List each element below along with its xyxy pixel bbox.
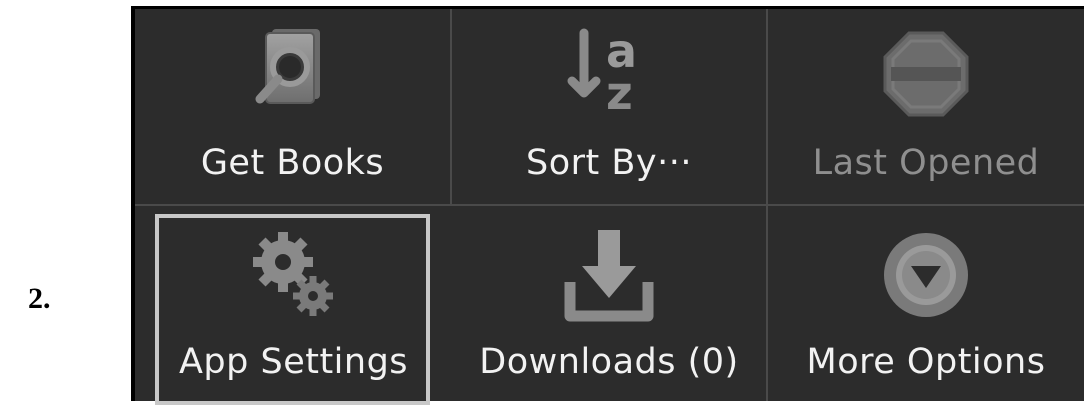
more-options-icon	[871, 220, 981, 330]
svg-text:z: z	[606, 66, 633, 120]
menu-item-label: Sort By···	[526, 143, 692, 183]
menu-item-downloads[interactable]: Downloads (0)	[452, 206, 768, 401]
menu-item-label: Last Opened	[812, 143, 1040, 183]
last-opened-icon	[871, 19, 981, 129]
menu-item-more-options[interactable]: More Options	[768, 206, 1084, 401]
options-menu: Get Books a z Sort By··· Last Opened App…	[131, 6, 1084, 405]
menu-item-label: More Options	[806, 342, 1046, 382]
menu-item-get-books[interactable]: Get Books	[135, 9, 452, 206]
download-icon	[554, 220, 664, 330]
menu-item-last-opened[interactable]: Last Opened	[768, 9, 1084, 206]
menu-item-label: Downloads (0)	[479, 342, 739, 382]
menu-item-label: App Settings	[178, 342, 409, 382]
menu-item-sort-by[interactable]: a z Sort By···	[452, 9, 768, 206]
gears-icon	[239, 220, 349, 330]
menu-item-app-settings[interactable]: App Settings	[135, 206, 452, 405]
sort-az-icon: a z	[554, 19, 664, 129]
menu-item-label: Get Books	[200, 143, 385, 183]
step-number: 2.	[28, 282, 51, 315]
book-search-icon	[238, 19, 348, 129]
